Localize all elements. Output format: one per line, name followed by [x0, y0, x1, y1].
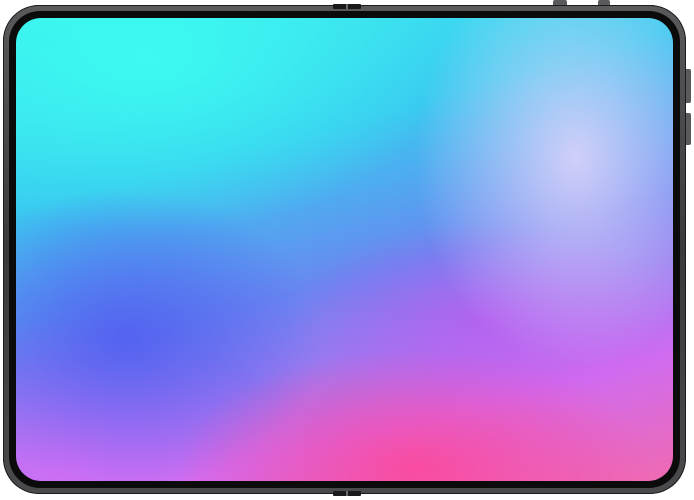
top-hinge: [333, 4, 361, 9]
volume-down-button: [686, 113, 691, 145]
volume-up-button: [686, 69, 691, 103]
device-mockup: [0, 0, 694, 500]
screen-wallpaper: [16, 18, 673, 481]
bottom-hinge: [333, 491, 361, 496]
